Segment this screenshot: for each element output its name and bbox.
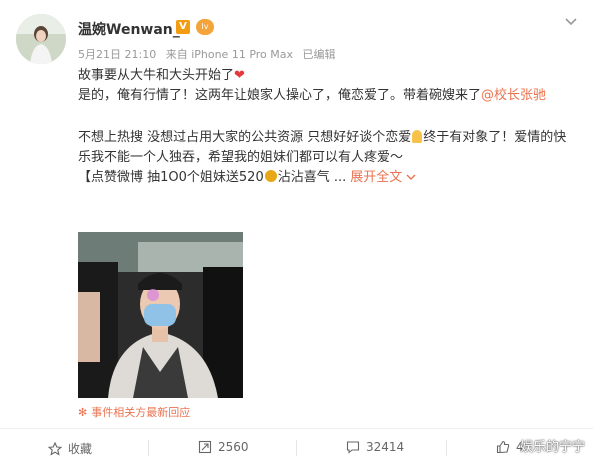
post-content: 故事要从大牛和大头开始了❤ 是的，俺有行情了！这两年让娘家人操心了，俺恋爱了。带… — [78, 66, 578, 188]
repost-button[interactable]: 2560 — [198, 440, 249, 454]
comment-icon — [346, 441, 360, 454]
repost-count: 2560 — [218, 440, 249, 454]
post-line-2: 是的，俺有行情了！这两年让娘家人操心了，俺恋爱了。带着碗嫂来了@校长张驰 — [78, 86, 578, 106]
expand-label: 展开全文 — [350, 170, 403, 185]
timestamp[interactable]: 5月21日 21:10 — [78, 48, 156, 61]
username[interactable]: 温婉Wenwan_ — [78, 19, 180, 39]
post-text-3: 不想上热搜 没想过占用大家的公共资源 只想好好谈个恋爱 — [78, 130, 412, 145]
post-paragraph-3: 【点赞微博 抽1O0个姐妹送520 沾沾喜气 ... 展开全文 — [78, 168, 578, 188]
heart-icon: ❤ — [234, 68, 245, 83]
favorite-button[interactable]: 收藏 — [48, 440, 92, 457]
expand-full-text-link[interactable]: 展开全文 — [350, 170, 416, 185]
lamp-emoji-icon — [412, 130, 423, 143]
comment-button[interactable]: 32414 — [346, 440, 404, 454]
avatar[interactable] — [16, 14, 66, 64]
expand-chevron-icon — [406, 174, 416, 180]
action-separator — [446, 440, 447, 456]
repost-icon — [198, 440, 212, 454]
edited-label: 已编辑 — [302, 48, 336, 61]
like-icon — [496, 440, 510, 454]
chevron-down-icon[interactable] — [564, 14, 578, 28]
verified-badge: V — [176, 20, 190, 34]
divider — [0, 428, 593, 429]
post-source: 来自 iPhone 11 Pro Max — [165, 48, 294, 61]
action-separator — [148, 440, 149, 456]
action-separator — [296, 440, 297, 456]
event-related-link[interactable]: ✻ 事件相关方最新回应 — [78, 404, 190, 420]
money-bag-emoji-icon — [264, 170, 277, 182]
post-text-6: 沾沾喜气 ... — [277, 170, 347, 185]
level-badge: lv — [196, 19, 214, 35]
comment-count: 32414 — [366, 440, 405, 454]
post-photo[interactable] — [78, 232, 243, 398]
event-link-label: 事件相关方最新回应 — [91, 406, 191, 419]
post-text-2: 是的，俺有行情了！这两年让娘家人操心了，俺恋爱了。带着碗嫂来了 — [78, 88, 482, 103]
post-meta: 5月21日 21:10 来自 iPhone 11 Pro Max 已编辑 — [78, 46, 342, 62]
favorite-label: 收藏 — [68, 442, 93, 456]
post-text-5: 【点赞微博 抽1O0个姐妹送520 — [78, 170, 264, 185]
watermark: 娱乐的宁宁 — [519, 440, 585, 455]
mention-link[interactable]: @校长张驰 — [481, 88, 546, 103]
star-icon — [48, 441, 62, 456]
post-line-1: 故事要从大牛和大头开始了❤ — [78, 66, 578, 86]
post-paragraph-2: 不想上热搜 没想过占用大家的公共资源 只想好好谈个恋爱 终于有对象了！爱情的快乐我… — [78, 128, 578, 168]
post-text-1: 故事要从大牛和大头开始了 — [78, 68, 235, 83]
flower-icon: ✻ — [78, 406, 88, 419]
